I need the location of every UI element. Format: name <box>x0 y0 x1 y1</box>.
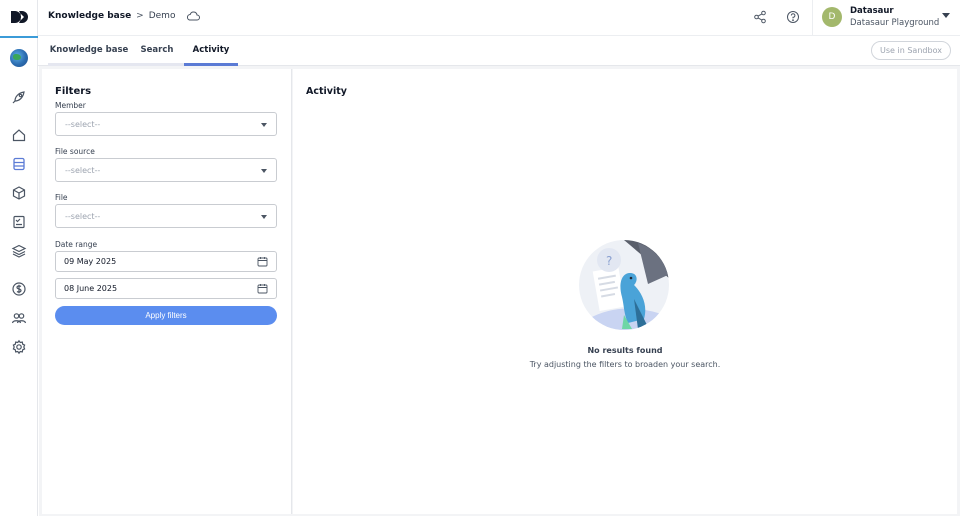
empty-state-dinosaur-illustration: ? <box>579 240 669 330</box>
layers-icon[interactable] <box>11 243 27 259</box>
svg-text:?: ? <box>606 254 612 268</box>
member-select-placeholder: --select-- <box>65 120 101 129</box>
breadcrumb-root[interactable]: Knowledge base <box>48 11 131 21</box>
cube-icon[interactable] <box>11 185 27 201</box>
end-date-value: 08 June 2025 <box>64 284 118 293</box>
chevron-down-icon <box>261 123 267 127</box>
content-frame: Filters Member --select-- File source --… <box>39 66 960 516</box>
user-avatar[interactable]: D <box>822 7 842 27</box>
breadcrumb-separator: > <box>136 11 144 21</box>
calendar-icon[interactable] <box>257 283 268 294</box>
rocket-icon[interactable] <box>11 89 27 105</box>
empty-state-subtitle: Try adjusting the filters to broaden you… <box>529 360 721 369</box>
tab-knowledge-base[interactable]: Knowledge base <box>48 36 130 66</box>
start-date-value: 09 May 2025 <box>64 257 117 266</box>
date-range-label: Date range <box>55 240 98 249</box>
user-menu-chevron-down-icon[interactable] <box>942 13 950 18</box>
file-select[interactable]: --select-- <box>55 204 277 228</box>
share-icon[interactable] <box>753 10 767 24</box>
top-header: Knowledge base > Demo D Datasaur Datasau… <box>38 0 960 36</box>
checklist-icon[interactable] <box>11 214 27 230</box>
left-rail <box>0 0 38 516</box>
apply-filters-button[interactable]: Apply filters <box>55 306 277 325</box>
member-select[interactable]: --select-- <box>55 112 277 136</box>
filters-panel: Filters Member --select-- File source --… <box>42 69 292 514</box>
use-in-sandbox-button[interactable]: Use in Sandbox <box>871 41 951 60</box>
activity-panel: Activity ? No results found Try adjustin… <box>293 69 957 514</box>
cloud-sync-icon[interactable] <box>186 11 201 21</box>
dollar-icon[interactable] <box>11 281 27 297</box>
file-source-label: File source <box>55 147 95 156</box>
users-icon[interactable] <box>11 310 27 326</box>
tab-activity[interactable]: Activity <box>184 36 238 66</box>
chevron-down-icon <box>261 169 267 173</box>
breadcrumb: Knowledge base > Demo <box>48 11 201 21</box>
end-date-input[interactable]: 08 June 2025 <box>55 278 277 299</box>
datasaur-logo-icon[interactable] <box>10 10 30 24</box>
header-divider <box>812 0 813 36</box>
rail-accent-line <box>0 36 38 38</box>
start-date-input[interactable]: 09 May 2025 <box>55 251 277 272</box>
member-label: Member <box>55 101 86 110</box>
tab-search[interactable]: Search <box>130 36 184 66</box>
file-label: File <box>55 193 68 202</box>
calendar-icon[interactable] <box>257 256 268 267</box>
chevron-down-icon <box>261 215 267 219</box>
help-icon[interactable] <box>786 10 800 24</box>
file-source-select[interactable]: --select-- <box>55 158 277 182</box>
file-source-select-placeholder: --select-- <box>65 166 101 175</box>
workspace-globe-avatar[interactable] <box>10 49 28 67</box>
home-icon[interactable] <box>11 127 27 143</box>
settings-icon[interactable] <box>11 339 27 355</box>
filters-title: Filters <box>55 86 92 97</box>
empty-state-title: No results found <box>587 346 663 355</box>
file-select-placeholder: --select-- <box>65 212 101 221</box>
database-icon[interactable] <box>11 156 27 172</box>
user-name: Datasaur <box>850 6 894 16</box>
tab-bar: Knowledge base Search Activity Use in Sa… <box>38 36 960 66</box>
breadcrumb-current: Demo <box>148 11 176 21</box>
activity-title: Activity <box>306 86 347 97</box>
user-org: Datasaur Playground <box>850 18 940 28</box>
